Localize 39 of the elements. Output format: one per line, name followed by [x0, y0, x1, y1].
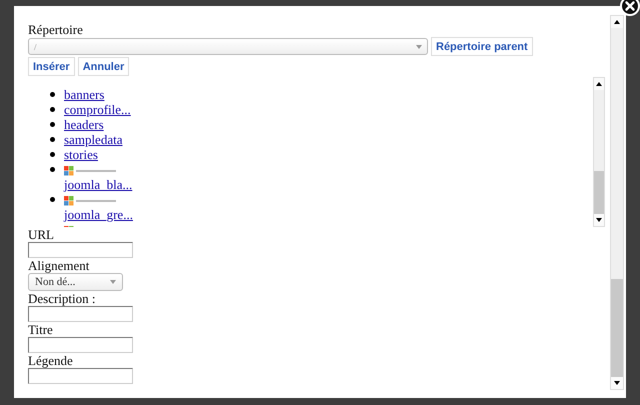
caret-icon	[110, 280, 116, 284]
folder-link[interactable]: comprofile...	[64, 102, 131, 117]
file-link[interactable]: joomla_bla...	[64, 177, 132, 192]
action-button[interactable]: Annuler	[78, 57, 130, 76]
scroll-down-icon[interactable]	[596, 218, 602, 222]
bullet-icon	[50, 92, 55, 97]
bullet-icon	[50, 197, 55, 202]
folder-link[interactable]: stories	[64, 147, 98, 162]
bullet-icon	[50, 137, 55, 142]
file-link[interactable]: joomla_gre...	[64, 207, 133, 222]
bullet-icon	[50, 167, 55, 172]
alignment-select[interactable]: Non dé...	[28, 273, 123, 291]
bullet-icon	[50, 152, 55, 157]
bullet-icon	[50, 107, 55, 112]
directory-label: Répertoire	[28, 22, 84, 37]
dialog-scrollbar[interactable]	[610, 15, 624, 390]
scroll-up-icon[interactable]	[614, 20, 620, 24]
folder-link[interactable]: sampledata	[64, 132, 122, 147]
input-field[interactable]	[28, 242, 133, 258]
bullet-icon	[50, 122, 55, 127]
field-label: Titre	[28, 322, 53, 337]
action-button[interactable]: Insérer	[28, 57, 75, 76]
scrollbar-thumb[interactable]	[594, 170, 604, 214]
input-field[interactable]	[28, 337, 133, 353]
scrollbar-thumb[interactable]	[611, 279, 623, 377]
caret-icon	[416, 44, 422, 48]
field-label: Description :	[28, 291, 96, 306]
field-label: Légende	[28, 353, 73, 368]
scroll-down-icon[interactable]	[614, 381, 620, 385]
parent-directory-button[interactable]: Répertoire parent	[431, 37, 533, 56]
field-label: URL	[28, 227, 54, 242]
close-icon[interactable]	[620, 0, 640, 16]
list-scrollbar[interactable]	[593, 77, 605, 227]
folder-link[interactable]: headers	[64, 117, 104, 132]
input-field[interactable]	[28, 306, 133, 322]
folder-link[interactable]: banners	[64, 87, 104, 102]
input-field[interactable]	[28, 368, 133, 384]
field-label: Alignement	[28, 258, 90, 273]
scroll-up-icon[interactable]	[596, 82, 602, 86]
